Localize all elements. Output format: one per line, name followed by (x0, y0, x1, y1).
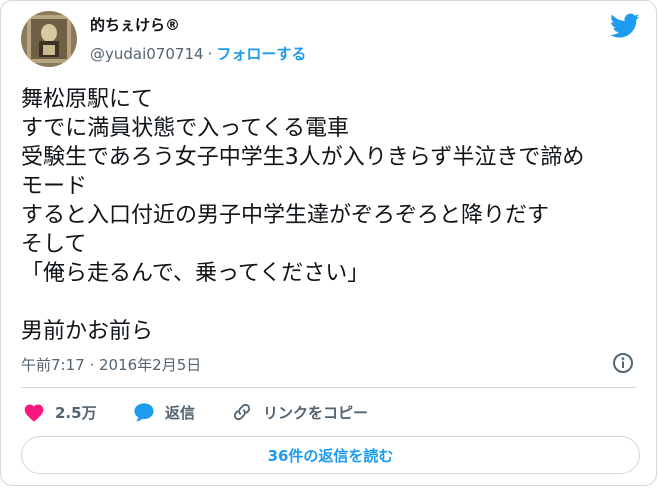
heart-icon (24, 404, 44, 422)
copy-link-label: リンクをコピー (263, 403, 369, 422)
author-meta: @yudai070714 · フォローする (90, 43, 306, 64)
like-button[interactable]: 2.5万 (23, 401, 97, 423)
tweet-line: すると入口付近の男子中学生達がぞろぞろと降りだす (21, 203, 550, 228)
info-icon[interactable] (612, 352, 634, 374)
tweet-line: 「俺ら走るんで、乗ってください」 (21, 261, 370, 286)
divider (21, 387, 636, 388)
reply-button[interactable]: 返信 (133, 401, 195, 423)
avatar-image (21, 11, 77, 67)
tweet-text: 舞松原駅にて すでに満員状態で入ってくる電車 受験生であろう女子中学生3人が入り… (21, 85, 641, 346)
tweet-timestamp[interactable]: 午前7:17 · 2016年2月5日 (21, 354, 201, 375)
tweet-card: 的ちぇけら® @yudai070714 · フォローする 舞松原駅にて すでに満員状… (0, 0, 657, 486)
tweet-line: 受験生であろう女子中学生3人が入りきらず半泣きで諦め (21, 145, 585, 170)
follow-link[interactable]: フォローする (216, 45, 306, 63)
author-name[interactable]: 的ちぇけら® (90, 14, 180, 35)
read-replies-button[interactable]: 36件の返信を読む (21, 436, 640, 474)
like-count: 2.5万 (55, 403, 97, 422)
author-handle[interactable]: @yudai070714 (90, 45, 204, 63)
avatar[interactable] (21, 11, 77, 67)
separator-dot: · (207, 45, 213, 63)
link-icon (233, 403, 251, 421)
tweet-line: 舞松原駅にて (21, 87, 154, 112)
tweet-line: モード (21, 174, 88, 199)
copy-link-button[interactable]: リンクをコピー (231, 401, 368, 423)
tweet-line: 男前かお前ら (21, 319, 154, 344)
twitter-bird-icon[interactable] (610, 13, 640, 39)
tweet-line: すでに満員状態で入ってくる電車 (21, 116, 350, 141)
tweet-line: そして (21, 232, 87, 257)
reply-label: 返信 (165, 403, 196, 422)
reply-bubble-icon (134, 403, 154, 422)
